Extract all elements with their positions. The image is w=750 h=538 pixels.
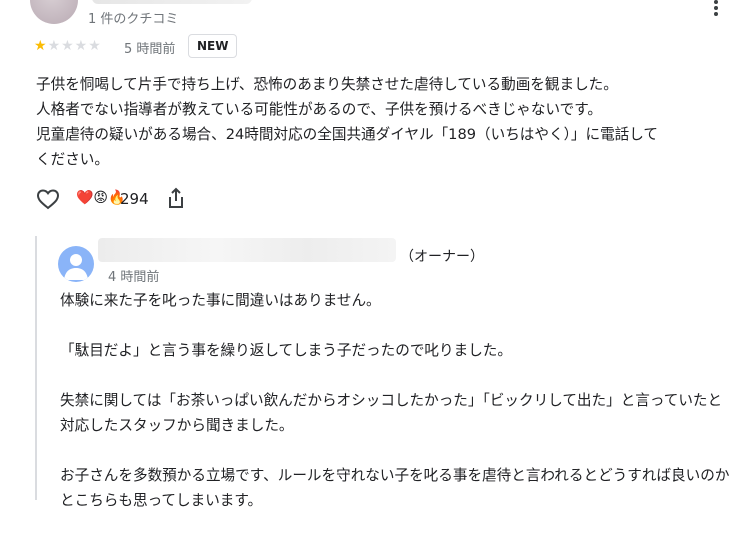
reply-thread-bar — [35, 236, 37, 500]
review-text-line: 人格者でない指導者が教えている可能性があるので、子供を預けるべきじゃないです。 — [36, 101, 602, 118]
reviewer-avatar[interactable] — [30, 0, 78, 24]
reaction-emojis[interactable]: ❤️😡🔥 — [76, 190, 125, 206]
owner-name-redacted[interactable] — [98, 238, 396, 262]
owner-reply-paragraph: 「駄目だよ」と言う事を繰り返してしまう子だったので叱りました。 — [60, 342, 512, 359]
review-text: 子供を恫喝して片手で持ち上げ、恐怖のあまり失禁させた虐待している動画を観ました。… — [36, 72, 726, 172]
review-text-line: 子供を恫喝して片手で持ち上げ、恐怖のあまり失禁させた虐待している動画を観ました。 — [36, 76, 618, 93]
owner-role-label: （オーナー） — [400, 249, 484, 265]
review-text-line: ください。 — [36, 151, 109, 168]
like-count: 294 — [120, 190, 149, 208]
owner-reply-paragraph: お子さんを多数預かる立場です、ルールを守れない子を叱る事を虐待と言われるとどうす… — [60, 467, 730, 509]
owner-avatar[interactable] — [58, 246, 94, 282]
owner-reply-paragraph: 失禁に関しては「お茶いっぱい飲んだからオシッコしたかった」「ビックリして出た」と… — [60, 392, 723, 434]
reviewer-review-count[interactable]: 1 件のクチコミ — [88, 8, 178, 27]
star-rating: ★★★★★ — [34, 38, 102, 54]
owner-reply-text: 体験に来た子を叱った事に間違いはありません。 「駄目だよ」と言う事を繰り返してし… — [60, 288, 730, 538]
new-badge: NEW — [188, 34, 238, 58]
more-options-icon[interactable] — [712, 0, 720, 16]
owner-reply-paragraph: 体験に来た子を叱った事に間違いはありません。 — [60, 292, 381, 309]
heart-icon[interactable] — [36, 188, 60, 210]
star-icon: ★ — [34, 38, 48, 54]
owner-reply-time: 4 時間前 — [108, 270, 160, 285]
reviewer-name-redacted[interactable] — [92, 0, 252, 4]
share-icon[interactable] — [166, 187, 186, 209]
review-time: 5 時間前 — [124, 42, 176, 57]
review-text-line: 児童虐待の疑いがある場合、24時間対応の全国共通ダイヤル「189（いちはやく）」… — [36, 126, 659, 143]
star-empty-icon: ★★★★ — [47, 38, 102, 54]
